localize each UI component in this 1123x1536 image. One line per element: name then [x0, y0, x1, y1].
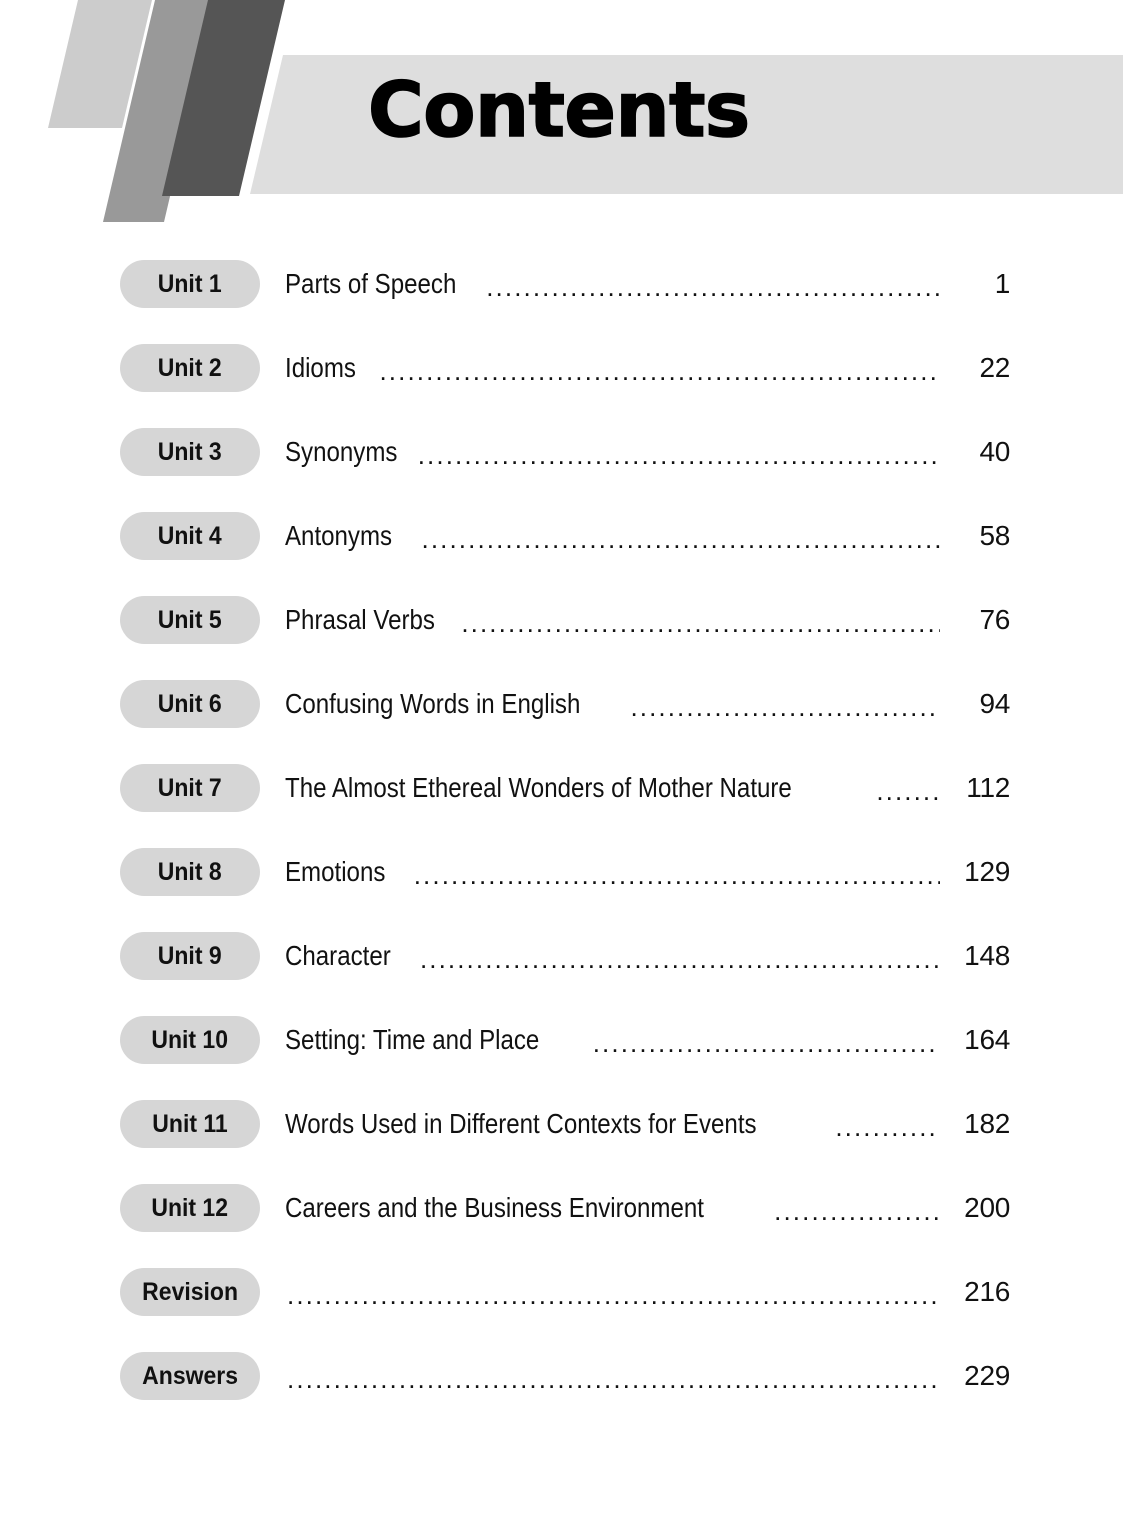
toc-page-number: 229 — [964, 1360, 1010, 1391]
dot-leader — [287, 1278, 940, 1306]
toc-entry[interactable]: Setting: Time and Place 164 — [285, 1016, 1010, 1064]
toc-row[interactable]: Unit 5 Phrasal Verbs 76 — [0, 596, 1123, 644]
dot-leader — [414, 858, 940, 886]
toc-entry-title: Antonyms — [285, 520, 393, 551]
unit-badge-label: Unit 5 — [158, 605, 222, 634]
dot-leader — [593, 1026, 940, 1054]
toc-page-number: 200 — [964, 1192, 1010, 1223]
dot-leader — [461, 606, 940, 634]
toc-page-number: 58 — [979, 520, 1010, 551]
unit-badge-label: Unit 3 — [158, 437, 222, 466]
toc-page-number: 94 — [979, 688, 1010, 719]
toc-entry[interactable]: Idioms 22 — [285, 344, 1010, 392]
unit-badge-label: Unit 11 — [152, 1109, 228, 1138]
toc-page-number: 1 — [994, 268, 1010, 299]
unit-badge[interactable]: Unit 7 — [120, 764, 260, 812]
unit-badge[interactable]: Unit 8 — [120, 848, 260, 896]
unit-badge[interactable]: Unit 4 — [120, 512, 260, 560]
toc-entry[interactable]: Character 148 — [285, 932, 1010, 980]
unit-badge-label: Unit 1 — [158, 269, 222, 298]
toc-page-number: 40 — [979, 436, 1010, 467]
dot-leader — [835, 1110, 940, 1138]
toc-page-number: 76 — [979, 604, 1010, 635]
dot-leader — [418, 438, 940, 466]
unit-badge[interactable]: Unit 9 — [120, 932, 260, 980]
toc-page-number: 112 — [966, 772, 1010, 803]
toc-row[interactable]: Unit 2 Idioms 22 — [0, 344, 1123, 392]
toc-entry-title: Phrasal Verbs — [285, 604, 435, 635]
dot-leader — [420, 942, 940, 970]
toc-entry-title: Careers and the Business Environment — [285, 1192, 704, 1223]
toc-row[interactable]: Unit 11 Words Used in Different Contexts … — [0, 1100, 1123, 1148]
unit-badge-label: Unit 2 — [158, 353, 222, 382]
toc-entry[interactable]: Parts of Speech 1 — [285, 260, 1010, 308]
toc-entry[interactable]: Confusing Words in English 94 — [285, 680, 1010, 728]
unit-badge-label: Revision — [142, 1277, 238, 1306]
toc-entry-title: Setting: Time and Place — [285, 1024, 540, 1055]
unit-badge[interactable]: Answers — [120, 1352, 260, 1400]
unit-badge[interactable]: Unit 12 — [120, 1184, 260, 1232]
toc-row[interactable]: Unit 3 Synonyms 40 — [0, 428, 1123, 476]
toc-row[interactable]: Unit 12 Careers and the Business Environm… — [0, 1184, 1123, 1232]
unit-badge-label: Unit 4 — [158, 521, 222, 550]
toc-row[interactable]: Unit 7 The Almost Ethereal Wonders of Mot… — [0, 764, 1123, 812]
unit-badge[interactable]: Unit 2 — [120, 344, 260, 392]
dot-leader — [774, 1194, 940, 1222]
toc-entry[interactable]: 229 — [285, 1352, 1010, 1400]
toc-entry[interactable]: 216 — [285, 1268, 1010, 1316]
unit-badge[interactable]: Revision — [120, 1268, 260, 1316]
page-title: Contents — [367, 65, 751, 154]
unit-badge[interactable]: Unit 6 — [120, 680, 260, 728]
dot-leader — [287, 1362, 940, 1390]
table-of-contents-list: Unit 1Parts of Speech1Unit 2Idioms22Unit… — [0, 260, 1123, 1436]
toc-page-number: 22 — [979, 352, 1010, 383]
toc-entry-title: Synonyms — [285, 436, 398, 467]
unit-badge-label: Unit 8 — [158, 857, 222, 886]
unit-badge[interactable]: Unit 3 — [120, 428, 260, 476]
dot-leader — [630, 690, 940, 718]
unit-badge-label: Answers — [142, 1361, 238, 1390]
dot-leader — [876, 774, 940, 802]
toc-row[interactable]: Unit 8 Emotions 129 — [0, 848, 1123, 896]
unit-badge[interactable]: Unit 1 — [120, 260, 260, 308]
toc-row[interactable]: Unit 4 Antonyms 58 — [0, 512, 1123, 560]
toc-entry-title: Parts of Speech — [285, 268, 457, 299]
dot-leader — [379, 354, 940, 382]
dot-leader — [486, 270, 940, 298]
header-decoration: Contents — [0, 0, 1123, 240]
toc-row[interactable]: Revision 216 — [0, 1268, 1123, 1316]
toc-entry-title: The Almost Ethereal Wonders of Mother Na… — [285, 772, 792, 803]
unit-badge-label: Unit 10 — [151, 1025, 229, 1054]
unit-badge-label: Unit 7 — [158, 773, 222, 802]
dot-leader — [422, 522, 941, 550]
toc-entry-title: Confusing Words in English — [285, 688, 581, 719]
toc-entry[interactable]: The Almost Ethereal Wonders of Mother Na… — [285, 764, 1010, 812]
toc-entry-title: Character — [285, 940, 391, 971]
toc-page-number: 182 — [964, 1108, 1010, 1139]
toc-row[interactable]: Unit 10 Setting: Time and Place 164 — [0, 1016, 1123, 1064]
toc-page-number: 164 — [964, 1024, 1010, 1055]
toc-page-number: 216 — [964, 1276, 1010, 1307]
toc-entry[interactable]: Antonyms 58 — [285, 512, 1010, 560]
unit-badge[interactable]: Unit 10 — [120, 1016, 260, 1064]
toc-entry-title: Words Used in Different Contexts for Eve… — [285, 1108, 757, 1139]
toc-entry[interactable]: Phrasal Verbs 76 — [285, 596, 1010, 644]
toc-row[interactable]: Unit 9 Character 148 — [0, 932, 1123, 980]
toc-row[interactable]: Unit 6 Confusing Words in English 94 — [0, 680, 1123, 728]
toc-entry[interactable]: Words Used in Different Contexts for Eve… — [285, 1100, 1010, 1148]
unit-badge[interactable]: Unit 5 — [120, 596, 260, 644]
toc-entry-title: Idioms — [285, 352, 356, 383]
toc-row[interactable]: Answers 229 — [0, 1352, 1123, 1400]
toc-page-number: 129 — [964, 856, 1010, 887]
toc-entry[interactable]: Emotions 129 — [285, 848, 1010, 896]
unit-badge[interactable]: Unit 11 — [120, 1100, 260, 1148]
toc-entry[interactable]: Synonyms 40 — [285, 428, 1010, 476]
unit-badge-label: Unit 12 — [151, 1193, 229, 1222]
toc-row[interactable]: Unit 1 Parts of Speech 1 — [0, 260, 1123, 308]
toc-page-number: 148 — [964, 940, 1010, 971]
unit-badge-label: Unit 6 — [158, 689, 222, 718]
toc-entry-title: Emotions — [285, 856, 386, 887]
toc-entry[interactable]: Careers and the Business Environment 200 — [285, 1184, 1010, 1232]
unit-badge-label: Unit 9 — [158, 941, 222, 970]
